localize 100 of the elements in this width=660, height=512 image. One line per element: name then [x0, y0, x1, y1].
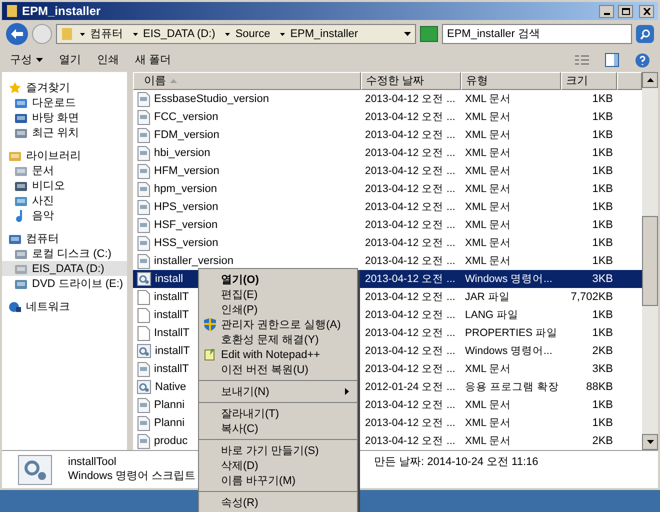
menu-item[interactable]: Edit with Notepad++ [199, 347, 357, 362]
toolbar-button[interactable]: 구성 [10, 53, 43, 67]
sidebar-item[interactable]: DVD 드라이브 (E:) [2, 276, 127, 291]
gear-file-icon [137, 344, 151, 358]
file-name[interactable]: Native [155, 379, 186, 395]
menu-item[interactable]: 편집(E) [199, 287, 357, 302]
globe-icon [8, 300, 22, 314]
xml-file-icon [137, 416, 150, 430]
file-name[interactable]: Planni [154, 397, 185, 413]
sidebar-item[interactable]: 다운로드 [2, 95, 127, 110]
size-cell-text: 1KB [592, 164, 613, 179]
column-header[interactable]: 크기 [561, 72, 617, 90]
size-cell-text: 1KB [592, 326, 613, 341]
sidebar-item[interactable]: 로컬 디스크 (C:) [2, 246, 127, 261]
menu-item[interactable]: 바로 가기 만들기(S) [199, 443, 357, 458]
sidebar-item[interactable]: 즐겨찾기 [8, 80, 127, 95]
close-button[interactable] [639, 4, 654, 18]
file-name[interactable]: HSF_version [154, 217, 218, 233]
breadcrumb[interactable]: EPM_installer [277, 27, 362, 41]
shield-icon [204, 318, 216, 331]
file-name[interactable]: hpm_version [154, 181, 217, 197]
menu-item[interactable]: 이름 바꾸기(M) [199, 473, 357, 488]
menu-item[interactable]: 보내기(N) [199, 384, 357, 399]
breadcrumb[interactable]: 컴퓨터 [77, 27, 126, 41]
type-cell-text: 응용 프로그램 확장 [465, 380, 560, 395]
toolbar-button[interactable]: 새 폴더 [135, 53, 172, 67]
breadcrumb[interactable]: EIS_DATA (D:) [130, 27, 218, 41]
type-cell-text: XML 문서 [465, 416, 512, 431]
file-name[interactable]: install [155, 271, 184, 287]
sidebar-item[interactable]: 라이브러리 [8, 148, 127, 163]
file-name[interactable]: installer_version [154, 253, 234, 269]
date-cell-text: 2013-04-12 오전 ... [365, 236, 456, 251]
sidebar-item[interactable]: 최근 위치 [2, 125, 127, 140]
date-cell-text: 2013-04-12 오전 ... [365, 416, 456, 431]
menu-item[interactable]: 호환성 문제 해결(Y) [199, 332, 357, 347]
help-icon[interactable] [635, 52, 650, 68]
menu-item[interactable]: 속성(R) [199, 495, 357, 510]
date-cell-text: 2013-04-12 오전 ... [365, 308, 456, 323]
file-name[interactable]: FDM_version [154, 127, 220, 143]
sidebar-item[interactable]: 컴퓨터 [8, 231, 127, 246]
column-header[interactable]: 이름 [133, 72, 361, 90]
sidebar-item[interactable]: 사진 [2, 193, 127, 208]
search-button[interactable] [636, 25, 654, 43]
date-cell-text: 2013-04-12 오전 ... [365, 218, 456, 233]
file-name[interactable]: HPS_version [154, 199, 218, 215]
date-cell-text: 2013-04-12 오전 ... [365, 110, 456, 125]
menu-item[interactable]: 열기(O) [199, 272, 357, 287]
menu-item[interactable]: 인쇄(P) [199, 302, 357, 317]
xml-file-icon [137, 164, 150, 178]
file-name[interactable]: installT [154, 307, 189, 323]
toolbar-button[interactable]: 인쇄 [97, 53, 119, 67]
type-cell-text: XML 문서 [465, 434, 512, 449]
sidebar-item[interactable]: 바탕 화면 [2, 110, 127, 125]
created-date: 만든 날짜: 2014-10-24 오전 11:16 [374, 455, 538, 469]
breadcrumb[interactable]: Source [222, 27, 274, 41]
sidebar-item[interactable]: 네트워크 [8, 299, 127, 314]
column-header[interactable]: 수정한 날짜 [361, 72, 461, 90]
pane-icon[interactable] [605, 53, 619, 67]
menu-item[interactable]: 삭제(D) [199, 458, 357, 473]
address-bar[interactable]: 컴퓨터 EIS_DATA (D:) Source EPM_installer [56, 24, 416, 44]
file-name[interactable]: hbi_version [154, 145, 210, 161]
size-cell-text: 1KB [592, 254, 613, 269]
menu-item[interactable]: 복사(C) [199, 421, 357, 436]
maximize-button[interactable] [618, 4, 633, 18]
details-file-type: Windows 명령어 스크립트 [68, 469, 197, 483]
scrollbar-thumb[interactable] [642, 216, 658, 306]
file-name[interactable]: Planni [154, 415, 185, 431]
caret-icon [280, 32, 286, 36]
menu-item[interactable]: 잘라내기(T) [199, 406, 357, 421]
file-name[interactable]: HSS_version [154, 235, 218, 251]
column-header[interactable]: 유형 [461, 72, 561, 90]
file-name[interactable]: installT [155, 343, 190, 359]
sidebar-item[interactable]: 문서 [2, 163, 127, 178]
scrollbar[interactable] [642, 72, 658, 450]
minimize-button[interactable] [599, 4, 614, 18]
type-cell-text: XML 문서 [465, 110, 512, 125]
file-name[interactable]: installT [154, 289, 189, 305]
search-field[interactable]: EPM_installer 검색 [442, 24, 632, 44]
sidebar-item[interactable]: EIS_DATA (D:) [2, 261, 127, 276]
file-name[interactable]: EssbaseStudio_version [154, 91, 269, 107]
back-button[interactable] [6, 23, 28, 45]
toolbar-button[interactable]: 열기 [59, 53, 81, 67]
file-name[interactable]: produc [154, 433, 188, 449]
menu-item[interactable]: 이전 버전 복원(U) [199, 362, 357, 377]
size-cell-text: 1KB [592, 200, 613, 215]
file-name[interactable]: installT [154, 361, 189, 377]
type-cell-text: XML 문서 [465, 182, 512, 197]
up-arrow-icon [646, 78, 654, 82]
type-cell-text: XML 문서 [465, 254, 512, 269]
file-name[interactable]: InstallT [154, 325, 190, 341]
date-cell-text: 2013-04-12 오전 ... [365, 326, 456, 341]
size-cell-text: 1KB [592, 308, 613, 323]
view-list-icon[interactable] [575, 54, 589, 66]
dropdown-arrow-icon [36, 58, 43, 62]
sidebar-item[interactable]: 음악 [2, 208, 127, 223]
type-cell-text: XML 문서 [465, 164, 512, 179]
menu-item[interactable]: 관리자 권한으로 실행(A) [199, 317, 357, 332]
file-name[interactable]: HFM_version [154, 163, 220, 179]
file-name[interactable]: FCC_version [154, 109, 218, 125]
sidebar-item[interactable]: 비디오 [2, 178, 127, 193]
